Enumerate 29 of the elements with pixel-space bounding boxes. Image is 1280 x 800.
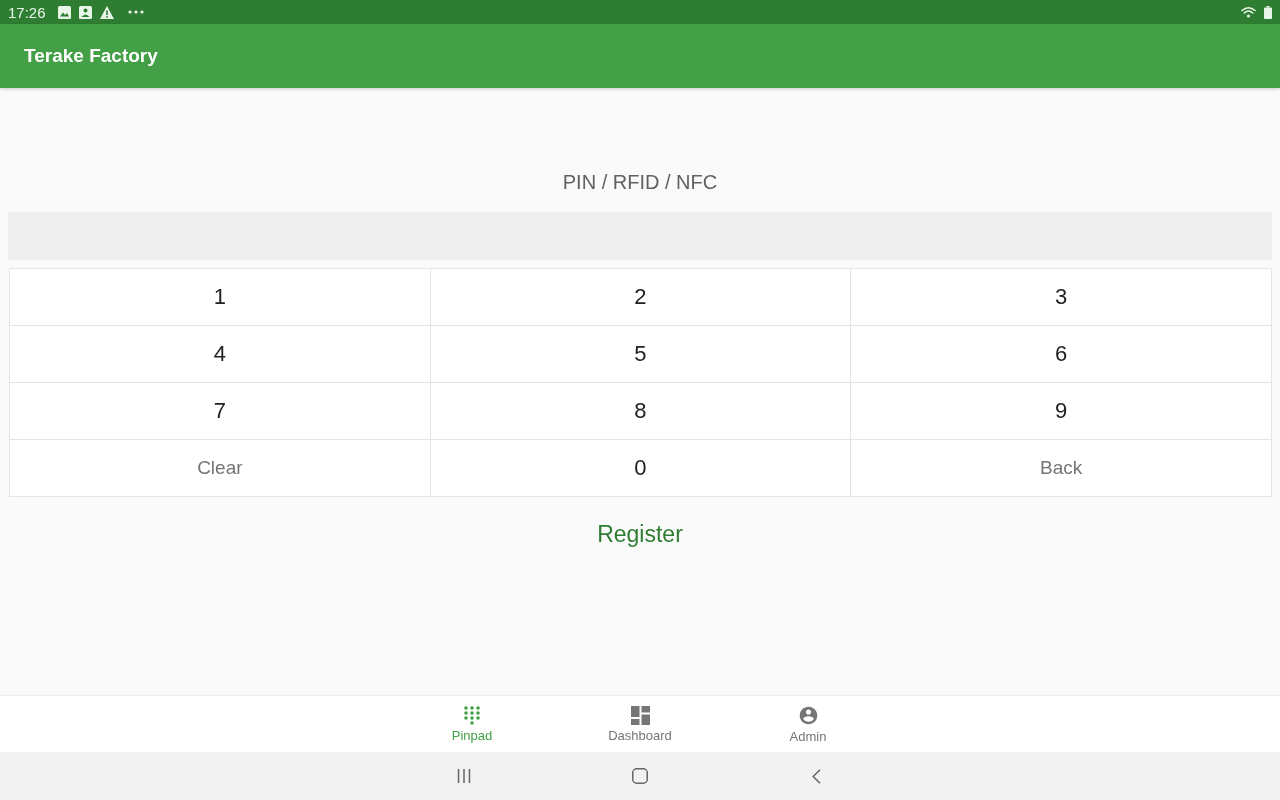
- keypad-key[interactable]: 8: [430, 383, 852, 440]
- battery-icon: [1264, 5, 1272, 19]
- dialpad-icon: [463, 705, 481, 725]
- person-tile-icon: [78, 5, 92, 19]
- keypad-key[interactable]: 7: [10, 383, 431, 440]
- keypad-key[interactable]: 9: [851, 383, 1272, 440]
- register-button[interactable]: Register: [581, 513, 699, 556]
- home-icon: [632, 768, 648, 784]
- nav-tab[interactable]: Dashboard: [556, 696, 724, 752]
- input-label: PIN / RFID / NFC: [562, 170, 718, 194]
- keypad-key[interactable]: 6: [851, 326, 1272, 383]
- wifi-icon: [1241, 6, 1256, 18]
- keypad-key[interactable]: 1: [10, 269, 431, 326]
- keypad-key[interactable]: 0: [430, 440, 852, 497]
- more-icon: [127, 10, 144, 14]
- keypad-action-key[interactable]: Back: [851, 440, 1272, 497]
- status-time: 17:26: [8, 3, 46, 21]
- keypad-key[interactable]: 3: [851, 269, 1272, 326]
- dashboard-icon: [630, 705, 650, 725]
- keypad-key[interactable]: 4: [10, 326, 431, 383]
- image-icon: [57, 5, 71, 19]
- app-title: Terake Factory: [24, 45, 158, 67]
- warning-icon: [99, 5, 114, 19]
- recents-icon: [457, 769, 471, 783]
- nav-tab[interactable]: Admin: [724, 696, 892, 752]
- keypad-action-key[interactable]: Clear: [10, 440, 431, 497]
- keypad-key[interactable]: 2: [430, 269, 852, 326]
- keypad-key[interactable]: 5: [430, 326, 852, 383]
- back-icon: [811, 768, 821, 784]
